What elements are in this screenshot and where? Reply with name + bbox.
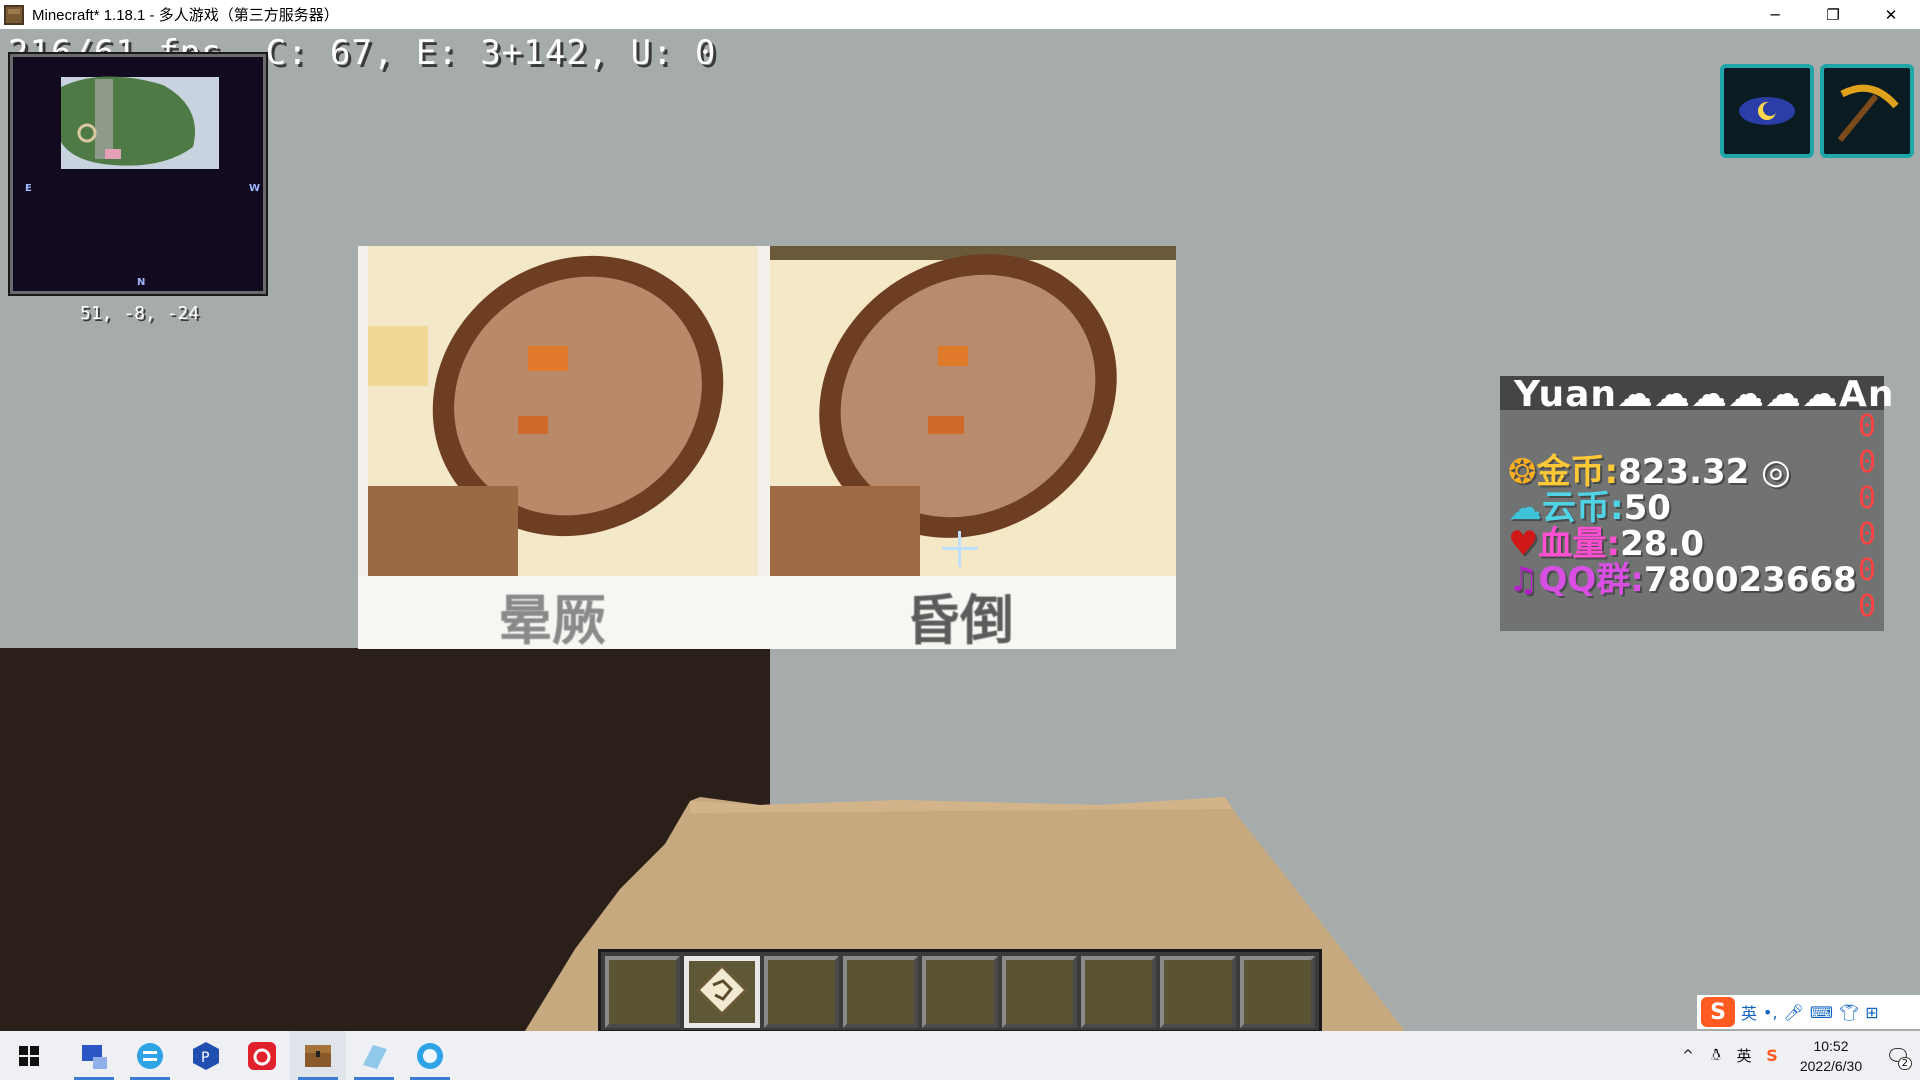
ime-language[interactable]: 英 (1741, 1000, 1757, 1024)
minimap-west-label: W (249, 183, 261, 194)
minimize-button[interactable]: ─ (1746, 0, 1804, 29)
hotbar-slot-4[interactable] (843, 956, 919, 1028)
restore-button[interactable]: ❐ (1804, 0, 1862, 29)
taskbar-minecraft[interactable] (290, 1031, 346, 1080)
sogou-tray-icon[interactable]: S (1758, 1046, 1786, 1065)
painting-caption-right: 昏倒 (906, 589, 1014, 649)
browser-icon (417, 1042, 443, 1069)
hotbar-slot-3[interactable] (763, 956, 839, 1028)
scoreboard-title: Yuan☁☁☁☁☁☁An (1514, 374, 1895, 415)
netease-music-icon (248, 1041, 276, 1070)
windows-icon (19, 1045, 39, 1066)
player-coordinates: 51, -8, -24 (80, 303, 200, 324)
minimap: E W N (8, 52, 268, 296)
taskbar-network-tool[interactable] (66, 1031, 122, 1080)
qq-label: QQ群: (1538, 560, 1644, 600)
taskbar-browser[interactable] (402, 1031, 458, 1080)
shirt-icon[interactable]: 👕︎ (1839, 1003, 1859, 1022)
qq-value: 780023668 (1643, 560, 1857, 600)
notification-center-button[interactable]: 🗨︎ 2 (1876, 1031, 1920, 1080)
hotbar-slot-6[interactable] (1001, 956, 1077, 1028)
taskbar-clock[interactable]: 10:52 2022/6/30 (1786, 1036, 1876, 1076)
network-tool-icon (82, 1044, 107, 1069)
taskbar-p-app[interactable]: P (178, 1031, 234, 1080)
minimap-east-label: E (25, 183, 32, 194)
clock-date: 2022/6/30 (1799, 1057, 1863, 1074)
mic-icon[interactable]: 🎤︎ (1784, 1003, 1804, 1022)
night-vision-eye-icon (1720, 64, 1814, 158)
score-value: 0 (1857, 517, 1876, 552)
system-tray: ^ 🐧︎ 英 S 10:52 2022/6/30 🗨︎ 2 (1674, 1031, 1920, 1080)
taskbar-eraser-app[interactable] (346, 1031, 402, 1080)
taskbar-netease-music[interactable] (234, 1031, 290, 1080)
hotbar-slot-1[interactable] (605, 956, 681, 1028)
clock-time: 10:52 (1813, 1037, 1849, 1054)
minecraft-app-icon (4, 4, 24, 25)
hotbar-slot-2[interactable] (684, 956, 760, 1028)
eraser-icon (363, 1044, 387, 1069)
start-button[interactable] (0, 1031, 58, 1080)
close-button[interactable]: ✕ (1862, 0, 1920, 29)
qq-penguin-icon[interactable]: 🐧︎ (1702, 1045, 1730, 1067)
minimap-north-label: N (137, 277, 146, 288)
hotbar-slot-9[interactable] (1239, 956, 1315, 1028)
painting-caption-left: 晕厥 (498, 589, 606, 649)
map-icon (695, 963, 749, 1021)
score-value: 0 (1857, 481, 1876, 516)
minecraft-chest-icon (305, 1044, 331, 1067)
music-note-icon: ♫ (1508, 560, 1539, 600)
svg-text:P: P (201, 1050, 209, 1066)
notification-count: 2 (1897, 1057, 1912, 1070)
hotbar-slot-7[interactable] (1080, 956, 1157, 1028)
tray-expand-icon[interactable]: ^ (1674, 1048, 1702, 1064)
crosshair (940, 529, 980, 569)
grid-icon[interactable]: ⊞ (1865, 1003, 1878, 1022)
score-value: 0 (1857, 409, 1876, 444)
hotbar (598, 949, 1322, 1031)
score-value: 0 (1857, 589, 1876, 624)
scoreboard-line-qq: ♫QQ群:780023668 (1508, 552, 1857, 601)
file-transfer-icon (137, 1042, 163, 1069)
taskbar-file-transfer[interactable] (122, 1031, 178, 1080)
ime-punctuation[interactable]: •, (1763, 1003, 1778, 1022)
painting-image (358, 246, 1176, 649)
scoreboard: Yuan☁☁☁☁☁☁An ❂金币:823.32 ◎ ☁云币:50 ♥血量:28.… (1500, 374, 1894, 631)
tray-input-language[interactable]: 英 (1730, 1045, 1758, 1066)
haste-pickaxe-icon (1820, 64, 1914, 158)
minimap-terrain (13, 57, 263, 291)
score-value: 0 (1857, 445, 1876, 480)
sogou-logo-icon[interactable]: S (1701, 997, 1735, 1027)
game-viewport[interactable]: 216/61 fps, C: 67, E: 3+142, U: 0 E W N … (0, 29, 1920, 1031)
p-app-icon: P (193, 1041, 219, 1070)
score-value: 0 (1857, 553, 1876, 588)
taskbar: P ^ 🐧︎ 英 S 10:52 2022/6/30 🗨︎ 2 (0, 1031, 1920, 1080)
window-titlebar: Minecraft* 1.18.1 - 多人游戏（第三方服务器） ─ ❐ ✕ (0, 0, 1920, 29)
meme-painting[interactable]: 晕厥 昏倒 (358, 246, 1176, 649)
hotbar-slot-8[interactable] (1160, 956, 1236, 1028)
window-title: Minecraft* 1.18.1 - 多人游戏（第三方服务器） (32, 7, 339, 24)
hotbar-slot-5[interactable] (922, 956, 998, 1028)
ime-toolbar: S 英 •, 🎤︎ ⌨ 👕︎ ⊞ (1697, 995, 1920, 1029)
keyboard-icon[interactable]: ⌨ (1810, 1003, 1833, 1022)
window-controls: ─ ❐ ✕ (1746, 0, 1920, 29)
